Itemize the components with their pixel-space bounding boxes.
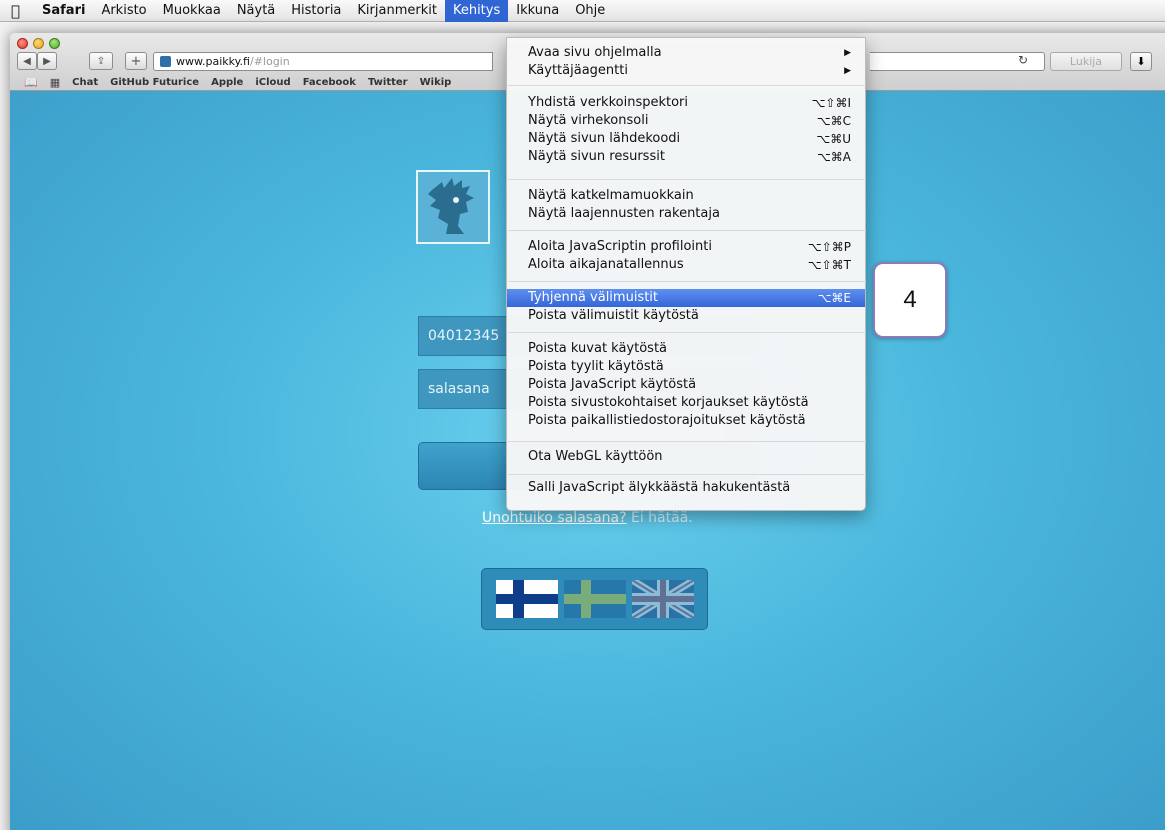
menu-kehitys[interactable]: Kehitys <box>444 0 509 22</box>
menu-item-user-agent[interactable]: Käyttäjäagentti ▶ <box>507 62 865 80</box>
menu-item-timeline-recording[interactable]: Aloita aikajanatallennus ⌥⇧⌘T <box>507 256 865 274</box>
menu-item-page-resources[interactable]: Näytä sivun resurssit ⌥⌘A <box>507 148 865 166</box>
bookmark-apple[interactable]: Apple <box>211 77 243 88</box>
menu-item-label: Näytä katkelmamuokkain <box>528 188 694 203</box>
apple-menu-icon[interactable]:  <box>11 2 20 20</box>
menu-item-label: Tyhjennä välimuistit <box>528 290 659 305</box>
finnish-flag-icon[interactable] <box>495 580 558 618</box>
site-favicon-icon <box>160 56 171 67</box>
menu-item-label: Aloita JavaScriptin profilointi <box>528 239 712 254</box>
submenu-arrow-icon: ▶ <box>844 66 851 76</box>
menu-item-shortcut: ⌥⇧⌘T <box>807 258 851 272</box>
menu-item-label: Näytä virhekonsoli <box>528 113 649 128</box>
reading-list-icon[interactable]: 📖 <box>24 76 38 89</box>
menu-item-open-page-with[interactable]: Avaa sivu ohjelmalla ▶ <box>507 44 865 62</box>
menu-item-shortcut: ⌥⌘U <box>816 132 851 146</box>
forgot-password-link[interactable]: Unohtuiko salasana? <box>482 510 627 526</box>
menu-separator <box>508 474 866 475</box>
reload-icon[interactable]: ↻ <box>1018 53 1028 67</box>
menu-item-snippet-editor[interactable]: Näytä katkelmamuokkain <box>507 187 865 205</box>
menu-item-disable-caches[interactable]: Poista välimuistit käytöstä <box>507 307 865 325</box>
menu-item-js-profiling[interactable]: Aloita JavaScriptin profilointi ⌥⇧⌘P <box>507 238 865 256</box>
develop-menu-dropdown: Avaa sivu ohjelmalla ▶ Käyttäjäagentti ▶ Y… <box>506 37 866 511</box>
menu-item-label: Näytä sivun lähdekoodi <box>528 131 681 146</box>
downloads-icon[interactable]: ⬇ <box>1130 52 1152 71</box>
forward-button[interactable]: ▶ <box>37 52 57 70</box>
menu-item-label: Yhdistä verkkoinspektori <box>528 95 689 110</box>
language-selector <box>481 568 708 630</box>
menu-item-label: Poista sivustokohtaiset korjaukset käytö… <box>528 395 809 410</box>
menu-item-disable-local-file-restrictions[interactable]: Poista paikallistiedostorajoitukset käyt… <box>507 412 865 430</box>
menu-item-label: Poista paikallistiedostorajoitukset käyt… <box>528 413 806 428</box>
bookmark-github-futurice[interactable]: GitHub Futurice <box>110 77 199 88</box>
menu-item-label: Näytä laajennusten rakentaja <box>528 206 720 221</box>
menu-muokkaa[interactable]: Muokkaa <box>155 0 229 22</box>
logo-avatar <box>416 170 490 244</box>
menu-nayta[interactable]: Näytä <box>229 0 283 22</box>
menu-item-disable-images[interactable]: Poista kuvat käytöstä <box>507 340 865 358</box>
menu-item-label: Ota WebGL käyttöön <box>528 449 663 464</box>
menu-item-disable-javascript[interactable]: Poista JavaScript käytöstä <box>507 376 865 394</box>
menu-arkisto[interactable]: Arkisto <box>93 0 154 22</box>
menu-kirjanmerkit[interactable]: Kirjanmerkit <box>349 0 445 22</box>
add-bookmark-button[interactable]: + <box>125 52 147 70</box>
menu-separator <box>508 230 866 231</box>
menu-historia[interactable]: Historia <box>283 0 349 22</box>
menu-item-label: Poista tyylit käytöstä <box>528 359 664 374</box>
menu-item-label: Näytä sivun resurssit <box>528 149 665 164</box>
menu-item-error-console[interactable]: Näytä virhekonsoli ⌥⌘C <box>507 112 865 130</box>
menu-separator <box>508 179 866 180</box>
menu-item-label: Aloita aikajanatallennus <box>528 257 684 272</box>
menu-item-empty-caches[interactable]: Tyhjennä välimuistit ⌥⌘E <box>507 289 865 307</box>
menu-bar:  Safari Arkisto Muokkaa Näytä Historia … <box>0 0 1165 22</box>
bookmark-wikipedia[interactable]: Wikip <box>420 77 452 88</box>
menu-item-shortcut: ⌥⇧⌘P <box>807 240 851 254</box>
menu-ikkuna[interactable]: Ikkuna <box>508 0 567 22</box>
url-host: www.paikky.fi <box>176 55 250 68</box>
top-sites-icon[interactable]: ▦ <box>50 76 60 89</box>
url-path: /#login <box>249 55 290 68</box>
menu-item-shortcut: ⌥⇧⌘I <box>811 96 851 110</box>
zoom-window-button[interactable] <box>49 38 60 49</box>
menu-separator <box>508 281 866 282</box>
menu-separator <box>508 441 866 442</box>
menu-item-page-source[interactable]: Näytä sivun lähdekoodi ⌥⌘U <box>507 130 865 148</box>
close-window-button[interactable] <box>17 38 28 49</box>
back-button[interactable]: ◀ <box>17 52 37 70</box>
menu-item-label: Avaa sivu ohjelmalla <box>528 45 662 60</box>
menu-item-extension-builder[interactable]: Näytä laajennusten rakentaja <box>507 205 865 223</box>
menu-item-allow-js-smart-search[interactable]: Salli JavaScript älykkäästä hakukentästä <box>507 479 865 497</box>
bookmark-icloud[interactable]: iCloud <box>255 77 290 88</box>
menu-separator <box>508 85 866 86</box>
forgot-password-rest: Ei hätää. <box>626 510 693 526</box>
menu-safari[interactable]: Safari <box>34 0 93 22</box>
reader-button[interactable]: Lukija <box>1050 52 1122 71</box>
bookmark-chat[interactable]: Chat <box>72 77 98 88</box>
menu-ohje[interactable]: Ohje <box>567 0 613 22</box>
menu-item-enable-webgl[interactable]: Ota WebGL käyttöön <box>507 448 865 466</box>
menu-item-label: Poista kuvat käytöstä <box>528 341 668 356</box>
menu-item-label: Käyttäjäagentti <box>528 63 628 78</box>
menu-item-connect-inspector[interactable]: Yhdistä verkkoinspektori ⌥⇧⌘I <box>507 94 865 112</box>
menu-item-label: Poista välimuistit käytöstä <box>528 308 699 323</box>
menu-item-disable-site-hacks[interactable]: Poista sivustokohtaiset korjaukset käytö… <box>507 394 865 412</box>
menu-item-label: Poista JavaScript käytöstä <box>528 377 697 392</box>
submenu-arrow-icon: ▶ <box>844 48 851 58</box>
swedish-flag-icon[interactable] <box>563 580 626 618</box>
step-callout: 4 <box>873 262 947 338</box>
menu-separator <box>508 332 866 333</box>
uk-flag-icon[interactable] <box>631 580 694 618</box>
menu-item-shortcut: ⌥⌘A <box>816 150 851 164</box>
bookmark-twitter[interactable]: Twitter <box>368 77 408 88</box>
minimize-window-button[interactable] <box>33 38 44 49</box>
share-button[interactable]: ⇪ <box>89 52 113 70</box>
forgot-password-text: Unohtuiko salasana? Ei hätää. <box>482 510 693 526</box>
menu-item-label: Salli JavaScript älykkäästä hakukentästä <box>528 480 791 495</box>
bookmark-facebook[interactable]: Facebook <box>303 77 356 88</box>
menu-item-shortcut: ⌥⌘C <box>816 114 851 128</box>
address-bar[interactable]: www.paikky.fi/#login <box>153 52 493 71</box>
menu-item-disable-styles[interactable]: Poista tyylit käytöstä <box>507 358 865 376</box>
mascot-icon <box>428 178 474 234</box>
menu-item-shortcut: ⌥⌘E <box>817 291 851 305</box>
